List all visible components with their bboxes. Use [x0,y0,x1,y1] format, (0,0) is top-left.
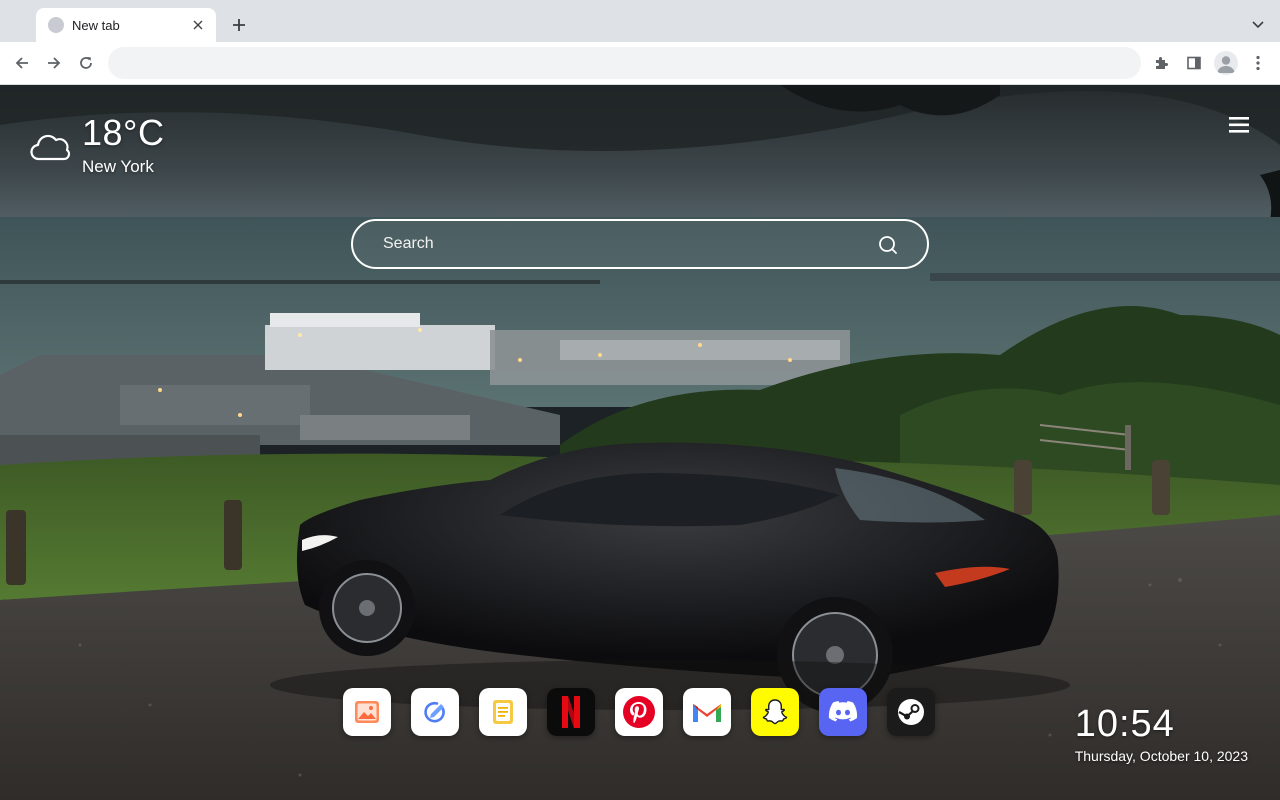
tab-strip: New tab [0,0,1280,42]
tab-new-tab[interactable]: New tab [36,8,216,42]
discord-icon [828,701,858,722]
new-tab-page: 18°C New York Search 10:54 Thursday, Oct… [0,85,1280,800]
search-input[interactable] [383,221,863,267]
reload-button[interactable] [73,50,99,76]
shortcut-pinterest[interactable] [615,688,663,736]
arrow-left-icon [15,57,28,69]
hamburger-menu-icon[interactable] [1227,115,1251,135]
close-icon[interactable] [190,17,206,33]
shortcut-gallery[interactable] [343,688,391,736]
tab-search-button[interactable] [1246,13,1270,37]
shortcut-snapchat[interactable] [751,688,799,736]
shortcut-steam[interactable] [887,688,935,736]
tab-favicon [48,17,64,33]
arrow-right-icon [48,57,61,69]
cloud-icon [30,134,71,161]
search-icon[interactable] [877,234,899,256]
weather-widget[interactable]: 18°C New York [30,113,164,178]
reload-icon [80,57,92,69]
notes-icon [493,700,513,724]
pinterest-icon [623,696,655,728]
search-box[interactable] [351,219,929,269]
puzzle-icon [1156,57,1168,69]
gmail-icon [693,704,721,722]
clock-date: Thursday, October 10, 2023 [1074,748,1248,764]
shortcut-netflix[interactable] [547,688,595,736]
person-icon [1217,56,1235,73]
side-panel-icon [1187,56,1201,70]
weather-temperature: 18°C [82,112,165,153]
side-panel-button[interactable] [1181,50,1207,76]
shortcut-dock [343,688,935,736]
back-button[interactable] [9,50,35,76]
profile-avatar[interactable] [1214,51,1238,75]
shortcut-notes[interactable] [479,688,527,736]
clock-time: 10:54 [1074,703,1175,745]
edit-check-icon [424,701,445,723]
snapchat-icon [762,699,788,725]
more-vertical-icon [1256,55,1260,71]
new-tab-button[interactable] [226,12,252,38]
tab-title: New tab [72,17,120,33]
image-icon [355,701,379,723]
extensions-button[interactable] [1149,50,1175,76]
forward-button[interactable] [41,50,67,76]
netflix-icon [562,696,580,728]
clock-widget: 10:54 Thursday, October 10, 2023 [1075,703,1248,765]
browser-toolbar [0,42,1280,85]
address-bar[interactable] [108,47,1141,79]
browser-menu-button[interactable] [1245,50,1271,76]
weather-city: New York [82,157,154,176]
steam-icon [898,699,924,725]
chevron-down-icon [1252,21,1264,29]
shortcut-discord[interactable] [819,688,867,736]
plus-icon [233,19,245,31]
shortcut-gmail[interactable] [683,688,731,736]
shortcut-tasks[interactable] [411,688,459,736]
